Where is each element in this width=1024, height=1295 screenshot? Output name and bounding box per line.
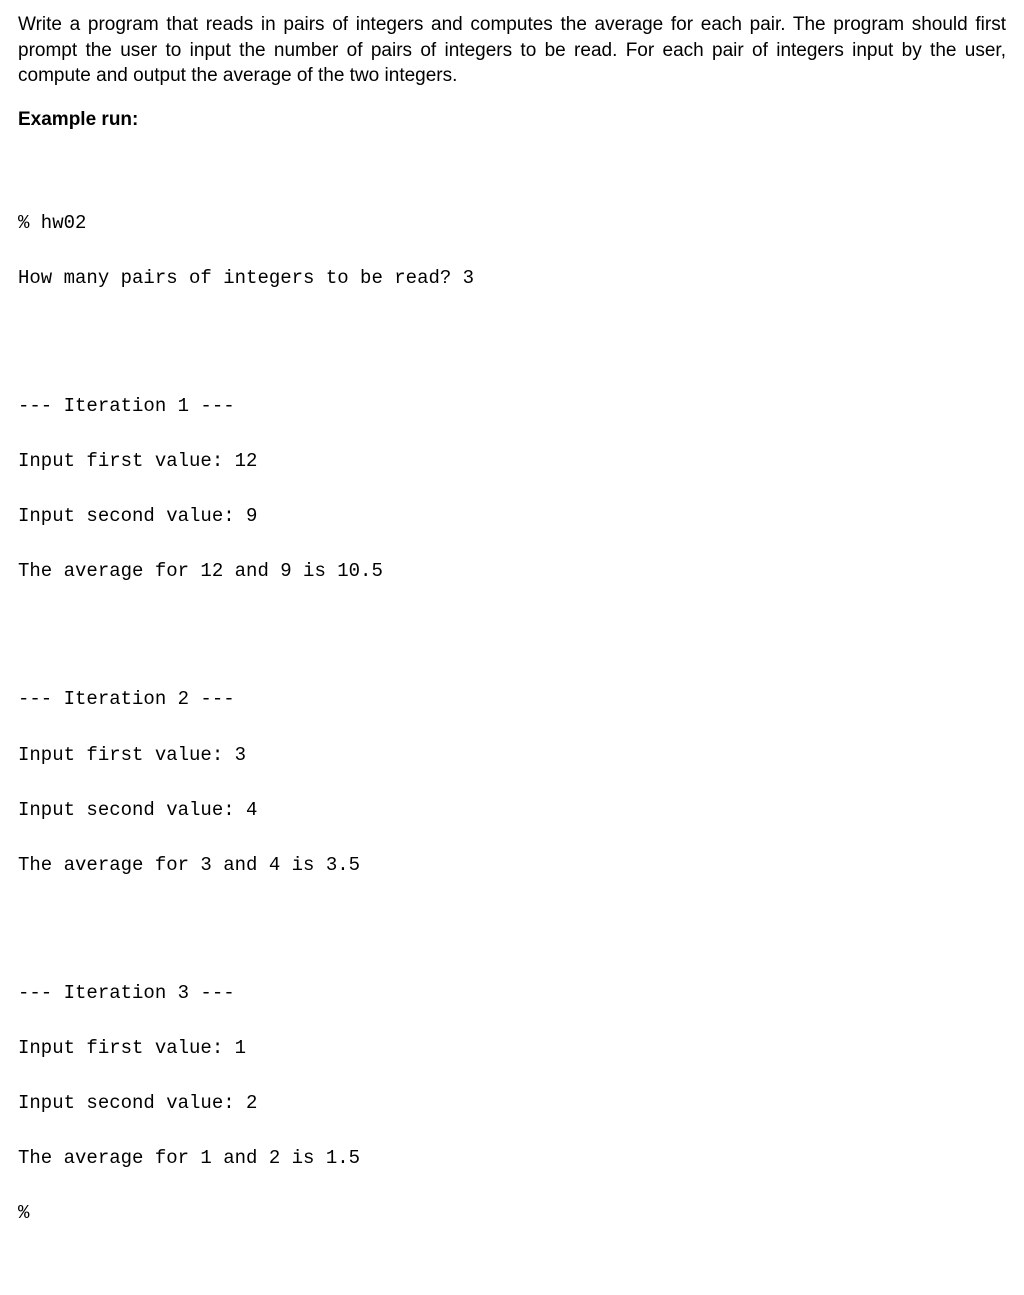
iteration-average: The average for 3 and 4 is 3.5 bbox=[18, 852, 1006, 880]
iteration-second-value: Input second value: 2 bbox=[18, 1090, 1006, 1118]
terminal-command-block: % hw02 How many pairs of integers to be … bbox=[18, 182, 1006, 320]
problem-instructions: Write a program that reads in pairs of i… bbox=[18, 12, 1006, 89]
terminal-end-prompt: % bbox=[18, 1200, 1006, 1228]
iteration-block: --- Iteration 2 --- Input first value: 3… bbox=[18, 659, 1006, 907]
iteration-first-value: Input first value: 12 bbox=[18, 448, 1006, 476]
iteration-header: --- Iteration 3 --- bbox=[18, 980, 1006, 1008]
iteration-block: --- Iteration 1 --- Input first value: 1… bbox=[18, 365, 1006, 613]
example-run-heading: Example run: bbox=[18, 107, 1006, 133]
iteration-first-value: Input first value: 3 bbox=[18, 742, 1006, 770]
iteration-header: --- Iteration 2 --- bbox=[18, 686, 1006, 714]
terminal-command: % hw02 bbox=[18, 210, 1006, 238]
terminal-output: % hw02 How many pairs of integers to be … bbox=[18, 155, 1006, 1283]
iteration-average: The average for 1 and 2 is 1.5 bbox=[18, 1145, 1006, 1173]
terminal-prompt-pairs: How many pairs of integers to be read? 3 bbox=[18, 265, 1006, 293]
iteration-first-value: Input first value: 1 bbox=[18, 1035, 1006, 1063]
iteration-second-value: Input second value: 4 bbox=[18, 797, 1006, 825]
iteration-block: --- Iteration 3 --- Input first value: 1… bbox=[18, 952, 1006, 1255]
iteration-header: --- Iteration 1 --- bbox=[18, 393, 1006, 421]
iteration-second-value: Input second value: 9 bbox=[18, 503, 1006, 531]
iteration-average: The average for 12 and 9 is 10.5 bbox=[18, 558, 1006, 586]
